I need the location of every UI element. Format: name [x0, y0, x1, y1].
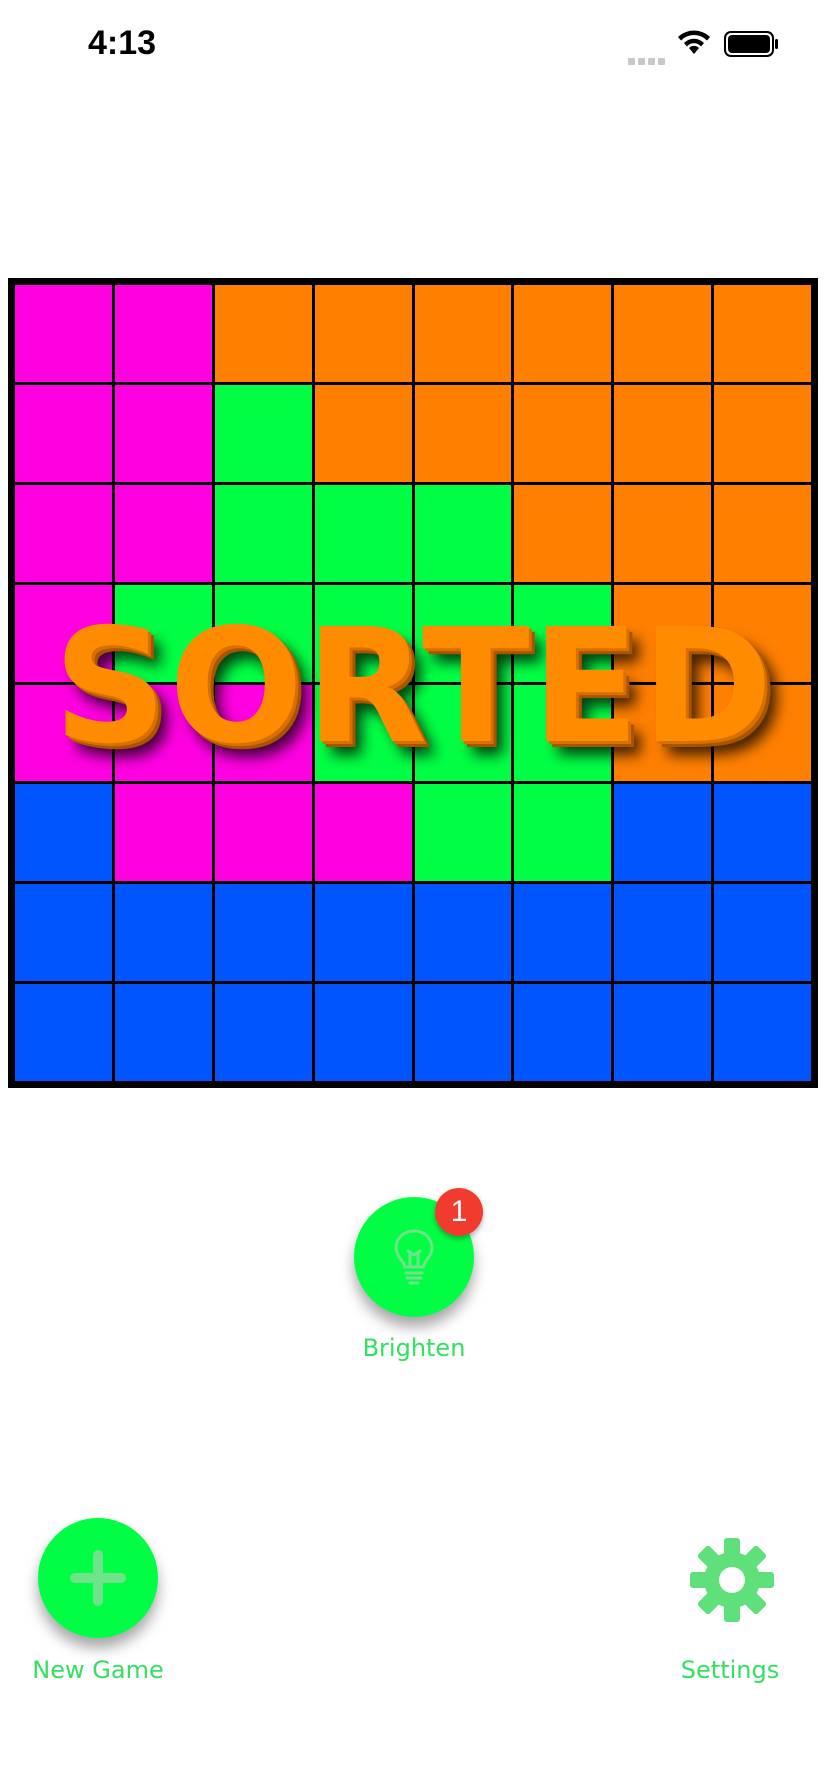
new-game-label: New Game	[32, 1656, 164, 1684]
battery-icon	[724, 31, 778, 57]
board-tile[interactable]	[114, 784, 212, 882]
board-tile[interactable]	[15, 684, 112, 782]
board-tile[interactable]	[514, 784, 612, 882]
board-tile[interactable]	[614, 584, 712, 682]
board-tile[interactable]	[15, 784, 112, 882]
board-tile[interactable]	[414, 684, 512, 782]
board-tile[interactable]	[414, 285, 512, 382]
board-tile[interactable]	[514, 584, 612, 682]
board-tile[interactable]	[15, 984, 112, 1081]
board-tile[interactable]	[714, 285, 811, 382]
wifi-icon	[678, 30, 710, 54]
board-tile[interactable]	[314, 784, 412, 882]
board-tile[interactable]	[414, 884, 512, 982]
board-tile[interactable]	[214, 484, 312, 582]
board-tile[interactable]	[514, 384, 612, 482]
board-tile[interactable]	[314, 984, 412, 1081]
board-tile[interactable]	[714, 984, 811, 1081]
settings-label: Settings	[680, 1656, 780, 1684]
board-tile[interactable]	[614, 285, 712, 382]
plus-icon	[70, 1550, 126, 1606]
board-tile[interactable]	[614, 384, 712, 482]
board-tile[interactable]	[214, 684, 312, 782]
board-tile[interactable]	[614, 784, 712, 882]
board-tile[interactable]	[414, 484, 512, 582]
board-tile[interactable]	[114, 484, 212, 582]
board-tile[interactable]	[114, 684, 212, 782]
board-tile[interactable]	[514, 884, 612, 982]
board-tile[interactable]	[15, 484, 112, 582]
board-tile[interactable]	[214, 384, 312, 482]
board-tile[interactable]	[614, 484, 712, 582]
board-tile[interactable]	[514, 285, 612, 382]
board-tile[interactable]	[314, 484, 412, 582]
board-tile[interactable]	[714, 484, 811, 582]
board-tile[interactable]	[314, 884, 412, 982]
hint-count-badge: 1	[435, 1188, 483, 1236]
board-tile[interactable]	[314, 285, 412, 382]
board-tile[interactable]	[214, 584, 312, 682]
board-tile[interactable]	[114, 384, 212, 482]
board-tile[interactable]	[114, 984, 212, 1081]
board-tile[interactable]	[214, 285, 312, 382]
board-tile[interactable]	[414, 784, 512, 882]
board-tile[interactable]	[714, 584, 811, 682]
board-tile[interactable]	[114, 884, 212, 982]
board-tile[interactable]	[614, 984, 712, 1081]
board-tile[interactable]	[214, 784, 312, 882]
board-tile[interactable]	[514, 684, 612, 782]
board-tile[interactable]	[15, 384, 112, 482]
board-tile[interactable]	[714, 684, 811, 782]
board-tile[interactable]	[514, 984, 612, 1081]
status-bar: 4:13	[0, 0, 828, 96]
lightbulb-icon	[394, 1229, 434, 1285]
board-tile[interactable]	[314, 684, 412, 782]
board-tile[interactable]	[614, 884, 712, 982]
board-tile[interactable]	[15, 285, 112, 382]
board-tile[interactable]	[414, 584, 512, 682]
board-tile[interactable]	[414, 984, 512, 1081]
board-tile[interactable]	[614, 684, 712, 782]
board-tile[interactable]	[514, 484, 612, 582]
board-tile[interactable]	[414, 384, 512, 482]
game-board[interactable]	[8, 278, 818, 1088]
new-game-button[interactable]	[38, 1518, 158, 1638]
board-tile[interactable]	[214, 884, 312, 982]
brighten-label: Brighten	[362, 1334, 466, 1362]
board-tile[interactable]	[714, 884, 811, 982]
board-tile[interactable]	[714, 784, 811, 882]
board-tile[interactable]	[314, 584, 412, 682]
board-tile[interactable]	[714, 384, 811, 482]
board-tile[interactable]	[114, 584, 212, 682]
cellular-signal-icon	[628, 50, 668, 69]
board-tile[interactable]	[15, 884, 112, 982]
status-time: 4:13	[88, 24, 157, 62]
gear-icon[interactable]	[688, 1536, 776, 1624]
board-tile[interactable]	[214, 984, 312, 1081]
board-tile[interactable]	[15, 584, 112, 682]
board-tile[interactable]	[314, 384, 412, 482]
board-tile[interactable]	[114, 285, 212, 382]
